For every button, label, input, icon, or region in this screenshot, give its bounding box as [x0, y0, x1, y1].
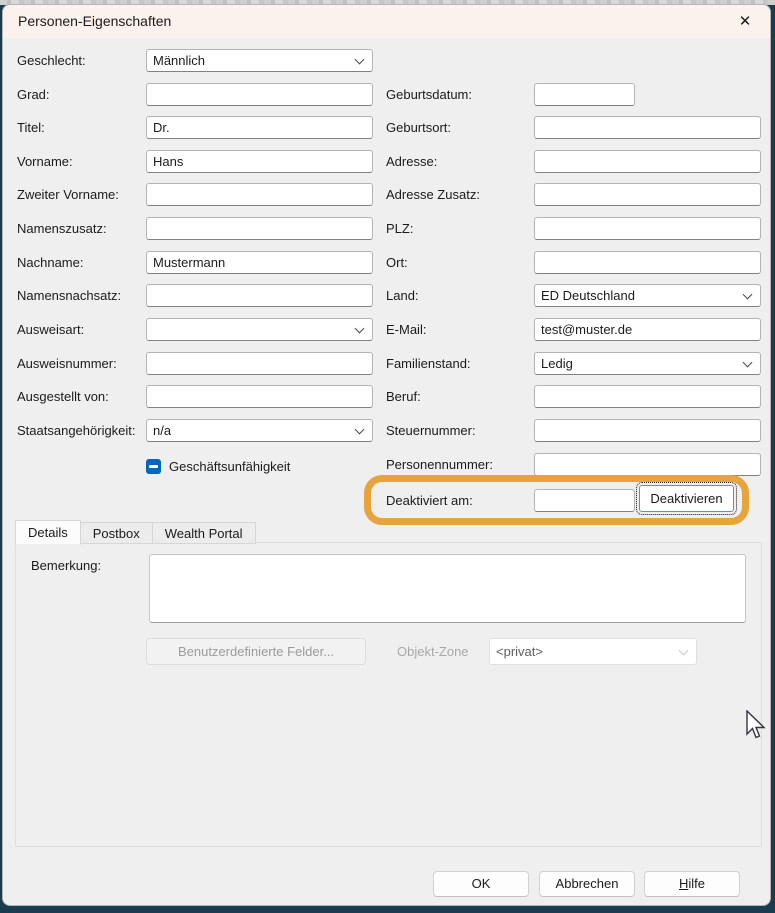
familienstand-select[interactable]: Ledig	[534, 352, 761, 375]
vorname-input[interactable]	[146, 150, 373, 173]
dialog-title: Personen-Eigenschaften	[18, 5, 171, 38]
field-label: Geburtsdatum:	[386, 83, 472, 106]
field-label: Geburtsort:	[386, 116, 451, 139]
geschaeftsunfaehigkeit-checkbox[interactable]	[146, 459, 161, 474]
field-label: Zweiter Vorname:	[17, 183, 119, 206]
field-label: Beruf:	[386, 385, 421, 408]
personen-eigenschaften-dialog: Personen-Eigenschaften ✕ Geschlecht: Män…	[2, 4, 771, 906]
deaktiviert-am-input[interactable]	[534, 489, 635, 512]
zweiter-vorname-input[interactable]	[146, 183, 373, 206]
adresse-input[interactable]	[534, 150, 761, 173]
field-label: Steuernummer:	[386, 419, 476, 442]
field-label: Familienstand:	[386, 352, 471, 375]
ausweisnummer-input[interactable]	[146, 352, 373, 375]
chevron-down-icon	[743, 358, 753, 368]
chevron-down-icon	[679, 646, 689, 656]
field-label: Staatsangehörigkeit:	[17, 419, 136, 442]
bemerkung-label: Bemerkung:	[31, 554, 101, 577]
field-label: Adresse Zusatz:	[386, 183, 480, 206]
field-label: Namenszusatz:	[17, 217, 107, 240]
tab-details[interactable]: Details	[15, 520, 81, 545]
field-label: Adresse:	[386, 150, 437, 173]
field-label: Ausgestellt von:	[17, 385, 109, 408]
titel-input[interactable]	[146, 116, 373, 139]
land-select[interactable]: ED Deutschland	[534, 284, 761, 307]
personennummer-input[interactable]	[534, 453, 761, 476]
tab-bar: Details Postbox Wealth Portal	[15, 520, 256, 544]
chevron-down-icon	[355, 55, 365, 65]
field-label: Ort:	[386, 251, 408, 274]
field-label: Namensnachsatz:	[17, 284, 121, 307]
chevron-down-icon	[355, 324, 365, 334]
field-label: Ausweisnummer:	[17, 352, 117, 375]
benutzerdefinierte-felder-button[interactable]: Benutzerdefinierte Felder...	[146, 638, 366, 665]
help-button[interactable]: Hilfe	[644, 871, 740, 897]
tab-postbox[interactable]: Postbox	[81, 522, 153, 544]
geburtsdatum-input[interactable]	[534, 83, 635, 106]
field-label: Geschlecht:	[17, 49, 86, 72]
bemerkung-textarea[interactable]	[149, 554, 746, 623]
titlebar: Personen-Eigenschaften ✕	[3, 5, 770, 38]
field-label: E-Mail:	[386, 318, 426, 341]
chevron-down-icon	[743, 290, 753, 300]
cancel-button[interactable]: Abbrechen	[539, 871, 635, 897]
geschlecht-select[interactable]: Männlich	[146, 49, 373, 72]
tab-wealth-portal[interactable]: Wealth Portal	[153, 522, 256, 544]
ausgestellt-von-input[interactable]	[146, 385, 373, 408]
staatsangehoerigkeit-select[interactable]: n/a	[146, 419, 373, 442]
field-label: Nachname:	[17, 251, 83, 274]
field-label: PLZ:	[386, 217, 413, 240]
field-label: Vorname:	[17, 150, 73, 173]
chevron-down-icon	[355, 425, 365, 435]
geburtsort-input[interactable]	[534, 116, 761, 139]
steuernummer-input[interactable]	[534, 419, 761, 442]
deaktivieren-button[interactable]: Deaktivieren	[639, 485, 734, 512]
nachname-input[interactable]	[146, 251, 373, 274]
ok-button[interactable]: OK	[433, 871, 529, 897]
objekt-zone-label: Objekt-Zone	[397, 638, 469, 665]
grad-input[interactable]	[146, 83, 373, 106]
field-label: Titel:	[17, 116, 45, 139]
close-icon[interactable]: ✕	[734, 12, 756, 32]
plz-input[interactable]	[534, 217, 761, 240]
field-label: Ausweisart:	[17, 318, 84, 341]
email-input[interactable]	[534, 318, 761, 341]
ausweisart-select[interactable]	[146, 318, 373, 341]
field-label: Deaktiviert am:	[386, 489, 473, 512]
field-label: Land:	[386, 284, 419, 307]
ort-input[interactable]	[534, 251, 761, 274]
namenszusatz-input[interactable]	[146, 217, 373, 240]
field-label: Personennummer:	[386, 453, 493, 476]
beruf-input[interactable]	[534, 385, 761, 408]
checkbox-label: Geschäftsunfähigkeit	[169, 455, 290, 478]
field-label: Grad:	[17, 83, 50, 106]
objekt-zone-select[interactable]: <privat>	[489, 638, 697, 665]
adresse-zusatz-input[interactable]	[534, 183, 761, 206]
namensnachsatz-input[interactable]	[146, 284, 373, 307]
